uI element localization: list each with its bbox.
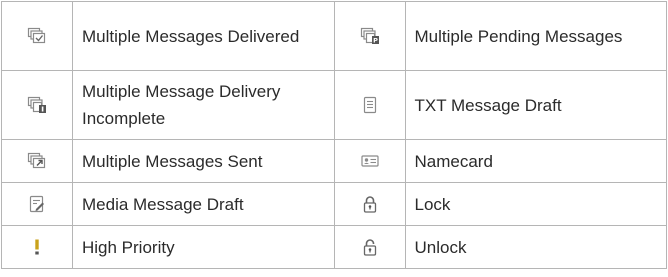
txt-message-draft-icon [360, 95, 380, 115]
table-row: Media Message Draft Lock [1, 182, 667, 226]
table-row: Multiple Message Delivery Incomplete TXT… [1, 70, 667, 140]
multiple-pending-messages-icon: P [360, 26, 380, 46]
icon-label: Multiple Messages Sent [72, 139, 335, 183]
icon-label: Lock [404, 182, 667, 226]
namecard-icon [360, 151, 380, 171]
icon-cell [333, 225, 406, 269]
icon-cell [1, 182, 73, 226]
icon-label: High Priority [72, 225, 335, 269]
icon-cell [333, 139, 406, 183]
status-icon-table: Multiple Messages Delivered P Multiple P… [1, 1, 667, 269]
icon-label: Media Message Draft [72, 182, 335, 226]
multiple-message-delivery-incomplete-icon [27, 95, 47, 115]
table-row: Multiple Messages Sent Namecard [1, 139, 667, 183]
icon-label: Multiple Pending Messages [404, 1, 667, 71]
icon-label: Unlock [404, 225, 667, 269]
icon-cell: P [333, 1, 406, 71]
table-row: Multiple Messages Delivered P Multiple P… [1, 1, 667, 71]
multiple-messages-delivered-icon [27, 26, 47, 46]
media-message-draft-icon [27, 194, 47, 214]
icon-label: TXT Message Draft [404, 70, 667, 140]
icon-cell [333, 182, 406, 226]
icon-label: Multiple Messages Delivered [72, 1, 335, 71]
lock-icon [360, 194, 380, 214]
multiple-messages-sent-icon [27, 151, 47, 171]
icon-cell [1, 225, 73, 269]
unlock-icon [360, 237, 380, 257]
icon-label: Namecard [404, 139, 667, 183]
icon-cell [1, 70, 73, 140]
table-row: High Priority Unlock [1, 225, 667, 269]
icon-label: Multiple Message Delivery Incomplete [72, 70, 335, 140]
icon-cell [1, 1, 73, 71]
icon-cell [1, 139, 73, 183]
high-priority-icon [27, 237, 47, 257]
svg-text:P: P [373, 37, 378, 45]
icon-cell [333, 70, 406, 140]
